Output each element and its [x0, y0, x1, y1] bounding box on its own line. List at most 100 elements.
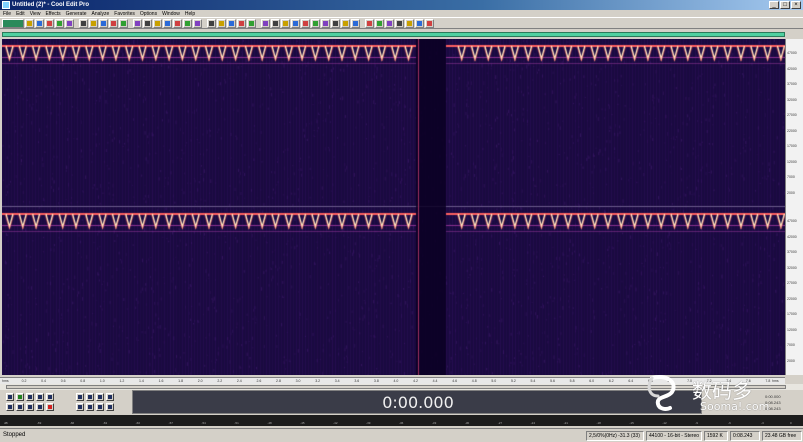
overview-bar[interactable] [2, 32, 785, 37]
amplify-button[interactable] [291, 18, 300, 28]
frequency-tick: 22000 [787, 296, 797, 301]
menu-help[interactable]: Help [185, 11, 195, 17]
silence-button[interactable] [331, 18, 340, 28]
zoom-full-button[interactable] [96, 393, 104, 401]
menu-effects[interactable]: Effects [45, 11, 60, 17]
status-bar: Stopped 2,5/0%(0Hz) -31.3 (33) 44100 - 1… [0, 428, 803, 442]
loop-play-button[interactable] [46, 393, 54, 401]
statistics-button[interactable] [375, 18, 384, 28]
menu-window[interactable]: Window [162, 11, 180, 17]
play-button[interactable] [16, 393, 24, 401]
zoom-in-horizontal-button[interactable] [76, 393, 84, 401]
level-meter-scale: dB -69 -66 -63 -60 -57 -54 -51 -48 -45 -42 -39 -36 -3… [4, 421, 799, 425]
meter-scale-label: -24 [530, 421, 535, 425]
meter-scale-label: dB [4, 421, 8, 425]
meter-scale-label: -69 [36, 421, 42, 425]
maximize-icon[interactable]: □ [780, 1, 790, 9]
spectral-view-button[interactable] [133, 18, 142, 28]
save-button[interactable] [45, 18, 54, 28]
open-file-button[interactable] [35, 18, 44, 28]
analyze-button[interactable] [365, 18, 374, 28]
time-tick: 1.2 [119, 379, 125, 383]
cd-button[interactable] [163, 18, 172, 28]
reverse-icon [313, 20, 318, 26]
paste-button[interactable] [99, 18, 108, 28]
normalize-button[interactable] [301, 18, 310, 28]
meter-scale-label: -6 [728, 421, 731, 425]
cue-button[interactable] [395, 18, 404, 28]
crop-button[interactable] [119, 18, 128, 28]
menu-view[interactable]: View [30, 11, 41, 17]
window-title: Untitled (2)* - Cool Edit Pro [12, 2, 89, 8]
cut-button[interactable] [79, 18, 88, 28]
menu-file[interactable]: File [3, 11, 11, 17]
time-tick: 4.4 [432, 379, 438, 383]
scroll-button[interactable] [193, 18, 202, 28]
filter-button[interactable] [271, 18, 280, 28]
noise-button[interactable] [281, 18, 290, 28]
meter-scale-label: -45 [300, 421, 305, 425]
time-tick: 3.2 [315, 379, 321, 383]
marquee-icon [239, 20, 244, 26]
stop-button[interactable] [6, 393, 14, 401]
go-to-start-button[interactable] [6, 403, 14, 411]
record-button[interactable] [46, 403, 54, 411]
frequency-tick: 47000 [787, 219, 797, 223]
effect-button[interactable] [261, 18, 270, 28]
menu-options[interactable]: Options [140, 11, 157, 17]
script-button[interactable] [183, 18, 192, 28]
multitrack-toggle-button[interactable] [2, 18, 24, 28]
undo-button[interactable] [55, 18, 64, 28]
tone-button[interactable] [341, 18, 350, 28]
time-tick: 1.8 [178, 379, 184, 383]
zoom-out-vertical-button[interactable] [106, 403, 114, 411]
meter-scale-label: -54 [201, 421, 206, 425]
frequency-tick: 27000 [787, 281, 797, 285]
new-file-button[interactable] [25, 18, 34, 28]
time-select-button[interactable] [227, 18, 236, 28]
mix-paste-button[interactable] [109, 18, 118, 28]
menu-favorites[interactable]: Favorites [114, 11, 135, 17]
filter-icon [273, 20, 278, 26]
pause-button[interactable] [26, 393, 34, 401]
zoom-selection-button[interactable] [86, 403, 94, 411]
invert-button[interactable] [321, 18, 330, 28]
go-to-start-icon [8, 405, 12, 409]
settings-button[interactable] [415, 18, 424, 28]
paste-icon [101, 20, 106, 26]
waveform-view-button[interactable] [143, 18, 152, 28]
dtmf-button[interactable] [351, 18, 360, 28]
marker-button[interactable] [207, 18, 216, 28]
loop-button[interactable] [173, 18, 182, 28]
zoom-in-vertical-button[interactable] [96, 403, 104, 411]
fast-forward-icon [28, 405, 32, 409]
window-controls: _ □ × [769, 1, 801, 9]
close-icon[interactable]: × [791, 1, 801, 9]
redo-button[interactable] [65, 18, 74, 28]
frequency-tick: 37000 [787, 250, 797, 254]
menu-edit[interactable]: Edit [16, 11, 25, 17]
current-time: 0:00.000 [382, 393, 454, 412]
help-button[interactable] [425, 18, 434, 28]
play-to-end-button[interactable] [36, 393, 44, 401]
grid-button[interactable] [217, 18, 226, 28]
menu-analyze[interactable]: Analyze [92, 11, 110, 17]
play-list-button[interactable] [405, 18, 414, 28]
zoom-in-right-button[interactable] [76, 403, 84, 411]
menu-generate[interactable]: Generate [66, 11, 87, 17]
copy-button[interactable] [89, 18, 98, 28]
lasso-button[interactable] [247, 18, 256, 28]
meter-scale-label: -66 [69, 421, 75, 425]
reverse-button[interactable] [311, 18, 320, 28]
zoom-in-left-button[interactable] [106, 393, 114, 401]
rewind-button[interactable] [16, 403, 24, 411]
spectral-display[interactable] [2, 39, 785, 375]
marquee-button[interactable] [237, 18, 246, 28]
fast-forward-button[interactable] [26, 403, 34, 411]
multitrack-button[interactable] [153, 18, 162, 28]
batch-button[interactable] [385, 18, 394, 28]
zoom-out-horizontal-button[interactable] [86, 393, 94, 401]
time-tick: 0.8 [80, 379, 86, 383]
go-to-end-button[interactable] [36, 403, 44, 411]
minimize-icon[interactable]: _ [769, 1, 779, 9]
